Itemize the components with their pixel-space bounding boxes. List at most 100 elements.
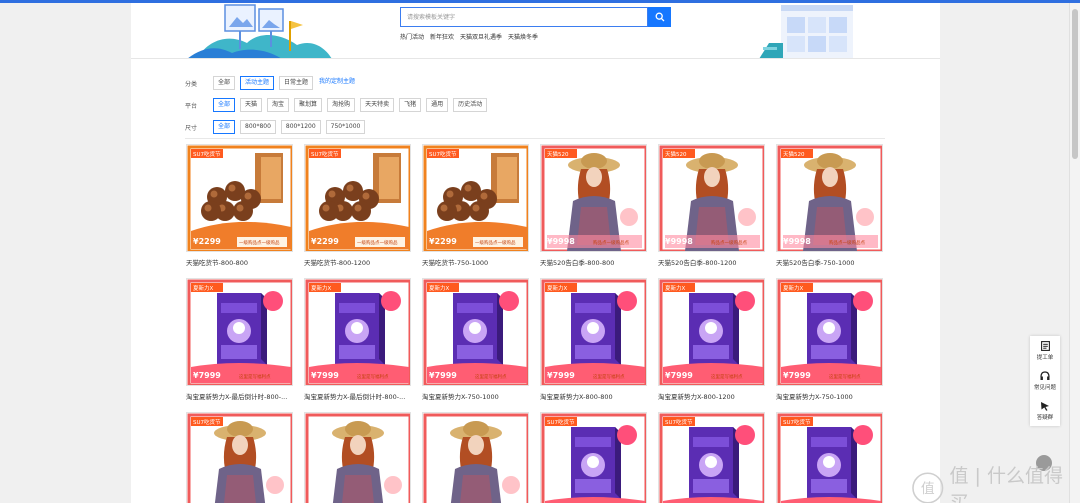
template-title[interactable]: 天猫吃货节-750-1000 (422, 257, 530, 267)
promo-badge: SU7吃货节 (311, 150, 339, 158)
page-scrollbar[interactable] (1069, 3, 1080, 503)
promo-badge: SU7吃货节 (193, 418, 221, 426)
help-icon (1040, 371, 1050, 380)
template-thumbnail[interactable]: 天猫520 ¥9998 购品点一级购品点 (658, 144, 765, 252)
price-tag: ¥9998 (665, 237, 693, 246)
template-thumbnail[interactable]: 天猫520 ¥9998 购品点一级购品点 (540, 144, 647, 252)
template-thumbnail[interactable]: 天猫520 ¥9998 购品点一级购品点 (776, 144, 883, 252)
template-thumbnail[interactable]: 夏新力X ¥7999 这里是写福利点 (422, 278, 529, 386)
search-icon (655, 12, 664, 22)
filter-size-all[interactable]: 全部 (213, 120, 236, 134)
box-product-image: 夏新力X ¥7999 这里是写福利点 (541, 279, 646, 385)
filter-category-daily-theme[interactable]: 日常主题 (279, 76, 314, 90)
template-thumbnail[interactable]: SU7吃货节 ¥2299 一级购品点一级购品 (422, 144, 529, 252)
my-custom-theme-link[interactable]: 我的定制主题 (318, 76, 357, 90)
promo-badge: SU7吃货节 (547, 418, 575, 426)
filter-platform-all[interactable]: 全部 (213, 98, 236, 112)
model-product-image: 天猫520 ¥9998 购品点一级购品点 (659, 145, 764, 251)
template-thumbnail[interactable]: SU7吃货节 ¥2299 一级购品点一级购品 (304, 144, 411, 252)
promo-text: 这里是写福利点 (711, 373, 743, 380)
nuts-product-image: SU7吃货节 ¥2299 一级购品点一级购品 (305, 145, 410, 251)
model-product-image: 天猫520 ¥9998 购品点一级购品点 (541, 145, 646, 251)
page-container: 热门活动 新年狂欢 天猫双旦礼遇季 天猫焕冬季 分类 全部 活动主题 日常主题 … (131, 3, 940, 503)
price-tag: ¥2299 (193, 237, 221, 246)
filter-platform-fliggy[interactable]: 飞猪 (399, 98, 422, 112)
header-left-illustration (188, 4, 332, 58)
template-thumbnail[interactable]: 夏新力X ¥7999 这里是写福利点 (186, 278, 293, 386)
hot-link[interactable]: 新年狂欢 (430, 32, 454, 41)
ticket-label: 提工单 (1036, 355, 1054, 361)
nuts-product-image: SU7吃货节 ¥2299 一级购品点一级购品 (423, 145, 528, 251)
template-thumbnail[interactable] (304, 412, 411, 503)
hot-link[interactable]: 天猫双旦礼遇季 (460, 32, 502, 41)
template-thumbnail[interactable]: SU7吃货节 (658, 412, 765, 503)
price-tag: ¥2299 (311, 237, 339, 246)
filter-platform-taobao[interactable]: 淘宝 (267, 98, 290, 112)
model-product-image (305, 413, 410, 503)
template-title[interactable]: 淘宝夏新势力X-800-1200 (658, 391, 766, 401)
filter-platform-taoqianggou[interactable]: 淘抢购 (327, 98, 356, 112)
template-title[interactable]: 天猫520告白季-800-1200 (658, 257, 766, 267)
filter-category-event-theme[interactable]: 活动主题 (240, 76, 275, 90)
filter-row-category: 分类 全部 活动主题 日常主题 我的定制主题 (185, 75, 492, 91)
watermark: 值 值 | 什么值得买 (912, 461, 1080, 503)
price-tag: ¥9998 (783, 237, 811, 246)
filter-size-750x1000[interactable]: 750*1000 (325, 120, 366, 134)
filter-size-800x800[interactable]: 800*800 (240, 120, 276, 134)
template-thumbnail[interactable]: SU7吃货节 (186, 412, 293, 503)
promo-badge: 天猫520 (547, 150, 569, 158)
faq-button[interactable]: 常见问题 (1030, 366, 1060, 396)
filter-platform-juhuasuan[interactable]: 聚划算 (294, 98, 323, 112)
template-thumbnail[interactable]: SU7吃货节 (776, 412, 883, 503)
filter-platform-tmall[interactable]: 天猫 (240, 98, 263, 112)
promo-text: 购品点一级购品点 (593, 239, 629, 246)
filter-category-all[interactable]: 全部 (213, 76, 236, 90)
filter-row-size: 尺寸 全部 800*800 800*1200 750*1000 (185, 119, 492, 135)
template-title[interactable]: 天猫吃货节-800-1200 (304, 257, 412, 267)
template-title[interactable]: 淘宝夏新势力X-750-1000 (422, 391, 530, 401)
promo-text: 购品点一级购品点 (829, 239, 865, 246)
box-product-image: SU7吃货节 (777, 413, 882, 503)
qa-group-button[interactable]: 答疑群 (1030, 396, 1060, 426)
filter-size-800x1200[interactable]: 800*1200 (280, 120, 321, 134)
scrollbar-thumb[interactable] (1072, 9, 1078, 159)
promo-text: 这里是写福利点 (475, 373, 507, 380)
template-title[interactable]: 淘宝夏新势力X-750-1000 (776, 391, 884, 401)
search-input[interactable] (401, 8, 647, 26)
search-button[interactable] (648, 7, 671, 27)
box-product-image: SU7吃货节 (659, 413, 764, 503)
ticket-button[interactable]: 提工单 (1030, 336, 1060, 366)
price-tag: ¥7999 (783, 371, 811, 380)
template-title[interactable]: 天猫520告白季-750-1000 (776, 257, 884, 267)
template-thumbnail[interactable]: SU7吃货节 ¥2299 一级购品点一级购品 (186, 144, 293, 252)
box-product-image: SU7吃货节 (541, 413, 646, 503)
svg-text:值: 值 (921, 481, 935, 497)
filter-platform-general[interactable]: 通用 (426, 98, 449, 112)
template-thumbnail[interactable]: 夏新力X ¥7999 这里是写福利点 (304, 278, 411, 386)
hot-link[interactable]: 热门活动 (400, 32, 424, 41)
filter-row-platform: 平台 全部 天猫 淘宝 聚划算 淘抢购 天天特卖 飞猪 通用 历史活动 (185, 97, 492, 113)
header-right-illustration (759, 5, 853, 58)
hot-link[interactable]: 天猫焕冬季 (508, 32, 538, 41)
price-tag: ¥7999 (193, 371, 221, 380)
price-tag: ¥7999 (311, 371, 339, 380)
template-thumbnail[interactable]: 夏新力X ¥7999 这里是写福利点 (776, 278, 883, 386)
price-tag: ¥7999 (547, 371, 575, 380)
template-thumbnail[interactable]: SU7吃货节 (540, 412, 647, 503)
filter-platform-tiantiantemai[interactable]: 天天特卖 (360, 98, 395, 112)
search-box (400, 7, 648, 27)
filter-platform-history[interactable]: 历史活动 (453, 98, 488, 112)
template-title[interactable]: 天猫吃货节-800-800 (186, 257, 294, 267)
model-product-image: 天猫520 ¥9998 购品点一级购品点 (777, 145, 882, 251)
template-thumbnail[interactable] (422, 412, 529, 503)
template-title[interactable]: 淘宝夏新势力X-800-800 (540, 391, 648, 401)
template-title[interactable]: 淘宝夏新势力X-最后倒计时-800-... (304, 391, 412, 401)
promo-text: 一级购品点一级购品 (357, 239, 398, 246)
promo-text: 一级购品点一级购品 (239, 239, 280, 246)
template-title[interactable]: 天猫520告白季-800-800 (540, 257, 648, 267)
template-title[interactable]: 淘宝夏新势力X-最后倒计时-800-... (186, 391, 294, 401)
template-thumbnail[interactable]: 夏新力X ¥7999 这里是写福利点 (540, 278, 647, 386)
template-thumbnail[interactable]: 夏新力X ¥7999 这里是写福利点 (658, 278, 765, 386)
filter-panel: 分类 全部 活动主题 日常主题 我的定制主题 平台 全部 天猫 淘宝 聚划算 淘… (185, 75, 492, 141)
promo-text: 这里是写福利点 (593, 373, 625, 380)
